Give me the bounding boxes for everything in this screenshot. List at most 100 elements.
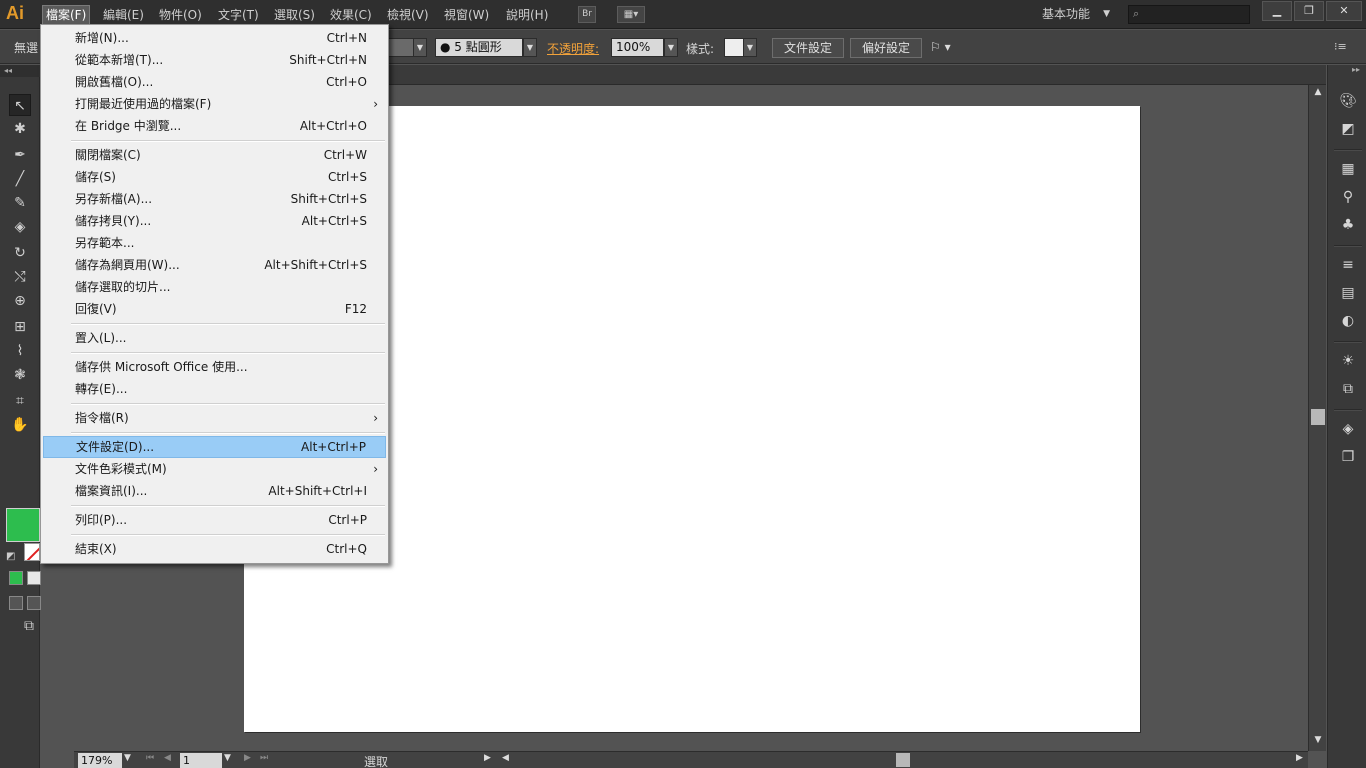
menu-item-scripts[interactable]: 指令檔(R) ›	[43, 407, 386, 429]
graphic-style-swatch[interactable]	[724, 38, 744, 57]
menu-item-document-color-mode[interactable]: 文件色彩模式(M) ›	[43, 458, 386, 480]
menu-item-revert[interactable]: 回復(V) F12	[43, 298, 386, 320]
menu-type[interactable]: 文字(T)	[215, 5, 262, 25]
hand-tool-icon[interactable]: ✋	[9, 414, 31, 436]
menu-item-new[interactable]: 新增(N)... Ctrl+N	[43, 27, 386, 49]
restore-button[interactable]: ❐	[1294, 1, 1324, 21]
artboard-tool-icon[interactable]: ⌗	[9, 390, 31, 412]
menu-item-exit[interactable]: 結束(X) Ctrl+Q	[43, 538, 386, 560]
transparency-panel-icon[interactable]: ◐	[1337, 310, 1359, 332]
eyedropper-tool-icon[interactable]: ⌇	[9, 340, 31, 362]
menu-edit[interactable]: 編輯(E)	[100, 5, 147, 25]
symbol-sprayer-tool-icon[interactable]: ❃	[9, 364, 31, 386]
scroll-up-icon[interactable]: ▲	[1309, 87, 1327, 97]
menu-item-open[interactable]: 開啟舊檔(O)... Ctrl+O	[43, 71, 386, 93]
scroll-down-icon[interactable]: ▼	[1309, 735, 1327, 745]
arrange-icon[interactable]: ⚐ ▾	[930, 40, 951, 54]
magic-wand-tool-icon[interactable]: ✱	[9, 118, 31, 140]
symbols-panel-icon[interactable]: ♣	[1337, 214, 1359, 236]
document-setup-button[interactable]: 文件設定	[772, 38, 844, 58]
selection-tool-icon[interactable]: ↖	[9, 94, 31, 116]
mesh-tool-icon[interactable]: ⊞	[9, 316, 31, 338]
menu-item-place[interactable]: 置入(L)...	[43, 327, 386, 349]
scroll-right-icon[interactable]: ▶	[1296, 753, 1303, 763]
layers-panel-icon[interactable]: ◈	[1337, 418, 1359, 440]
last-artboard-icon[interactable]: ⏭	[260, 753, 268, 763]
menu-item-document-setup[interactable]: 文件設定(D)... Alt+Ctrl+P	[43, 436, 386, 458]
menu-file[interactable]: 檔案(F)	[42, 5, 91, 25]
menu-item-print[interactable]: 列印(P)... Ctrl+P	[43, 509, 386, 531]
preferences-button[interactable]: 偏好設定	[850, 38, 922, 58]
menu-item-save-for-office[interactable]: 儲存供 Microsoft Office 使用...	[43, 356, 386, 378]
status-menu-icon[interactable]: ▶	[484, 753, 491, 763]
artboard-number-field[interactable]: 1	[180, 753, 222, 768]
menu-item-save-as-template[interactable]: 另存範本...	[43, 232, 386, 254]
menu-item-save-as[interactable]: 另存新檔(A)... Shift+Ctrl+S	[43, 188, 386, 210]
close-button[interactable]: ✕	[1326, 1, 1362, 21]
gradient-panel-icon[interactable]: ▤	[1337, 282, 1359, 304]
brushes-panel-icon[interactable]: ⚲	[1337, 186, 1359, 208]
menu-window[interactable]: 視窗(W)	[441, 5, 492, 25]
fill-color-swatch[interactable]	[6, 508, 40, 542]
default-colors-icon[interactable]: ◩	[6, 551, 15, 562]
brush-definition-field[interactable]: ● 5 點圓形	[435, 38, 523, 57]
appearance-panel-icon[interactable]: ☀	[1337, 350, 1359, 372]
menu-item-open-recent[interactable]: 打開最近使用過的檔案(F) ›	[43, 93, 386, 115]
pen-tool-icon[interactable]: ✒	[9, 144, 31, 166]
width-tool-icon[interactable]: ⤭	[9, 266, 31, 288]
vertical-scroll-thumb[interactable]	[1311, 409, 1325, 425]
shape-builder-tool-icon[interactable]: ⊕	[9, 290, 31, 312]
artboards-panel-icon[interactable]: ❐	[1337, 446, 1359, 468]
arrange-documents-button[interactable]: ▦▾	[617, 6, 645, 23]
graphic-styles-panel-icon[interactable]: ⧉	[1337, 378, 1359, 400]
stroke-panel-icon[interactable]: ≡	[1337, 254, 1359, 276]
color-mode-icon[interactable]	[9, 571, 23, 585]
scroll-left-icon[interactable]: ◀	[502, 753, 509, 763]
zoom-field[interactable]: 179%	[78, 753, 122, 768]
menu-help[interactable]: 說明(H)	[503, 5, 551, 25]
menu-item-export[interactable]: 轉存(E)...	[43, 378, 386, 400]
zoom-dropdown-icon[interactable]: ▼	[124, 753, 131, 763]
stroke-weight-field[interactable]	[388, 38, 414, 57]
graphic-style-dropdown[interactable]: ▼	[743, 38, 757, 57]
menu-effect[interactable]: 效果(C)	[327, 5, 375, 25]
draw-behind-icon[interactable]	[27, 596, 41, 610]
horizontal-scroll-thumb[interactable]	[896, 753, 910, 767]
menu-view[interactable]: 檢視(V)	[384, 5, 432, 25]
collapse-panel-icon[interactable]: ◂◂	[0, 65, 40, 77]
first-artboard-icon[interactable]: ⏮	[146, 753, 154, 763]
previous-artboard-icon[interactable]: ◀	[164, 753, 171, 763]
menu-item-save-copy[interactable]: 儲存拷貝(Y)... Alt+Ctrl+S	[43, 210, 386, 232]
rotate-tool-icon[interactable]: ↻	[9, 242, 31, 264]
menu-item-save-selected-slices[interactable]: 儲存選取的切片...	[43, 276, 386, 298]
menu-item-browse-in-bridge[interactable]: 在 Bridge 中瀏覽... Alt+Ctrl+O	[43, 115, 386, 137]
minimize-button[interactable]: ▁	[1262, 1, 1292, 21]
opacity-field[interactable]: 100%	[611, 38, 664, 57]
expand-panels-icon[interactable]: ▸▸	[1352, 65, 1360, 74]
brush-definition-dropdown[interactable]: ▼	[523, 38, 537, 57]
artboard-dropdown-icon[interactable]: ▼	[224, 753, 231, 763]
swatches-panel-icon[interactable]: ▦	[1337, 158, 1359, 180]
paintbrush-tool-icon[interactable]: ✎	[9, 192, 31, 214]
next-artboard-icon[interactable]: ▶	[244, 753, 251, 763]
workspace-switcher[interactable]: 基本功能 ▼	[1034, 4, 1116, 25]
draw-normal-icon[interactable]	[9, 596, 23, 610]
status-text[interactable]: 選取	[364, 753, 388, 768]
bridge-button[interactable]: Br	[578, 6, 596, 23]
opacity-dropdown[interactable]: ▼	[664, 38, 678, 57]
menu-item-new-from-template[interactable]: 從範本新增(T)... Shift+Ctrl+N	[43, 49, 386, 71]
menu-item-close[interactable]: 關閉檔案(C) Ctrl+W	[43, 144, 386, 166]
search-input[interactable]: ⌕	[1128, 5, 1250, 24]
line-tool-icon[interactable]: ╱	[9, 168, 31, 190]
menu-item-save[interactable]: 儲存(S) Ctrl+S	[43, 166, 386, 188]
color-panel-icon[interactable]: 🎨︎	[1337, 90, 1359, 112]
menu-select[interactable]: 選取(S)	[271, 5, 318, 25]
menu-item-file-info[interactable]: 檔案資訊(I)... Alt+Shift+Ctrl+I	[43, 480, 386, 502]
vertical-scrollbar[interactable]: ▲ ▼	[1308, 85, 1326, 751]
stroke-color-swatch[interactable]	[24, 543, 40, 561]
panel-menu-icon[interactable]: ⁝≡	[1334, 40, 1347, 53]
stroke-weight-dropdown[interactable]: ▼	[413, 38, 427, 57]
gradient-mode-icon[interactable]	[27, 571, 41, 585]
color-guide-icon[interactable]: ◩	[1337, 118, 1359, 140]
opacity-label[interactable]: 不透明度:	[547, 40, 599, 57]
